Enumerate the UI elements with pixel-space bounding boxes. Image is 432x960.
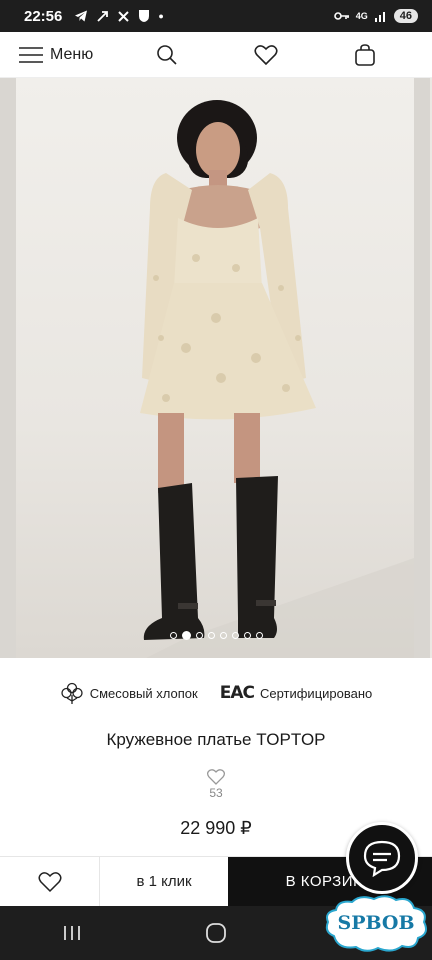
favorites-button[interactable] <box>253 42 279 68</box>
product-title: Кружевное платье TOPTOP <box>106 730 326 749</box>
pagination-dot[interactable] <box>243 632 251 639</box>
pagination-dot-active[interactable] <box>181 631 191 640</box>
shield-icon <box>139 10 150 22</box>
network-type: 4G <box>355 11 368 21</box>
heart-icon <box>254 45 278 66</box>
hamburger-icon <box>19 46 43 63</box>
certification-feature: ЕАС Сертифицировано <box>206 683 373 703</box>
eac-mark-icon: ЕАС <box>219 683 255 703</box>
add-to-wishlist-button[interactable] <box>0 856 100 907</box>
key-icon <box>333 12 349 20</box>
heart-outline-icon[interactable] <box>206 768 226 786</box>
next-slide-peek <box>414 78 430 658</box>
battery-indicator: 46 <box>393 9 418 23</box>
certified-label: Сертифицировано <box>259 685 373 701</box>
telegram-icon <box>75 10 88 22</box>
cart-button[interactable] <box>352 42 378 68</box>
search-icon <box>157 45 177 65</box>
recent-apps-icon[interactable] <box>62 924 82 942</box>
pagination-dot[interactable] <box>231 632 239 639</box>
watermark: SPBOB <box>322 892 430 954</box>
shopping-bag-icon <box>355 44 375 66</box>
favorites-counter[interactable]: 53 <box>0 768 432 800</box>
menu-label: Меню <box>50 45 94 63</box>
product-features: Смесовый хлопок ЕАС Сертифицировано <box>0 678 432 708</box>
cotton-icon <box>61 682 83 704</box>
product-photo <box>16 78 414 658</box>
pagination-dot[interactable] <box>255 632 263 639</box>
menu-button[interactable]: Меню <box>18 46 93 64</box>
material-label: Смесовый хлопок <box>89 685 198 701</box>
chat-button[interactable] <box>346 822 418 894</box>
tools-icon <box>118 10 130 22</box>
product-image-gallery[interactable] <box>0 78 432 658</box>
signal-icon <box>374 12 385 22</box>
watermark-text: SPBOB <box>337 912 415 934</box>
favorites-count: 53 <box>209 786 223 800</box>
pagination-dot[interactable] <box>207 632 215 639</box>
chat-bubble-icon <box>363 840 401 877</box>
pagination-dot[interactable] <box>195 632 203 639</box>
gallery-pagination <box>0 631 432 640</box>
more-notifications-icon: ● <box>158 11 164 21</box>
home-icon[interactable] <box>205 922 227 944</box>
status-bar: 22:56 ● 4G 46 <box>0 0 432 32</box>
search-button[interactable] <box>154 42 180 68</box>
material-feature: Смесовый хлопок <box>60 681 198 705</box>
status-notification-icons: ● <box>74 9 164 23</box>
model-in-lace-dress-image <box>140 100 414 658</box>
top-navigation: Меню <box>0 32 432 78</box>
missed-call-icon <box>97 10 109 22</box>
pagination-dot[interactable] <box>169 632 177 639</box>
buy-in-one-click-button[interactable]: в 1 клик <box>100 857 228 907</box>
heart-icon <box>38 871 61 892</box>
previous-slide-peek <box>0 78 16 658</box>
pagination-dot[interactable] <box>219 632 227 639</box>
status-time: 22:56 <box>24 7 63 25</box>
